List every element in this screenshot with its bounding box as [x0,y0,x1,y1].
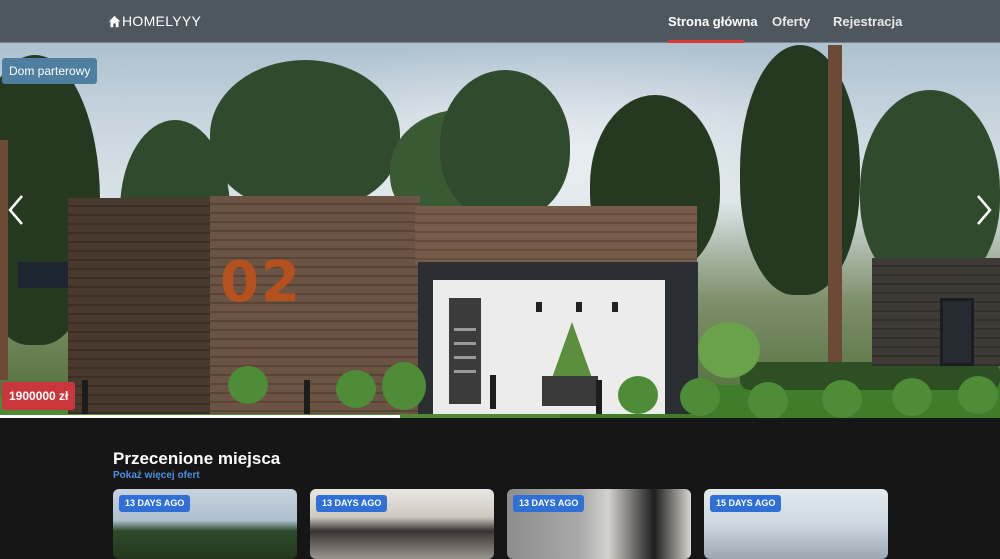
nav-link-offers[interactable]: Oferty [772,14,810,29]
tree [210,60,400,210]
cone-shrub [552,322,592,378]
shrub [228,366,268,404]
shrub [336,370,376,408]
slide-progress-fill [0,415,400,418]
tree-trunk [828,45,842,385]
wall-lamp [536,302,542,312]
shrub [822,380,862,418]
listing-date-badge: 13 DAYS AGO [316,495,388,512]
bollard-light [82,380,88,414]
listing-card[interactable]: 13 DAYS AGO [507,489,691,559]
neighbor-house [872,258,1000,366]
shrub [680,378,720,416]
bollard-light [490,375,496,409]
listing-date-badge: 15 DAYS AGO [710,495,782,512]
wood-facade [415,206,697,264]
shrub [748,382,788,418]
listing-card[interactable]: 13 DAYS AGO [310,489,494,559]
bollard-light [596,380,602,414]
section-title: Przecenione miejsca [113,449,281,468]
planter [542,376,598,406]
listing-date-badge: 13 DAYS AGO [119,495,191,512]
front-door [449,298,481,404]
house-number: 02 [220,250,302,315]
property-type-badge: Dom parterowy [2,58,98,84]
neighbor-door [940,298,974,366]
active-nav-indicator [668,40,744,43]
show-more-offers-link[interactable]: Pokaż więcej ofert [113,470,200,481]
tree [740,45,860,295]
navbar: HOMELYYY Strona główna Oferty Rejestracj… [0,0,1000,43]
shrub [382,362,426,410]
chevron-right-icon [977,195,992,225]
nav-link-register[interactable]: Rejestracja [833,14,902,29]
brand-name: HOMELYYY [122,13,202,29]
price-badge: 1900000 zł [2,382,76,410]
tree-trunk [0,140,8,380]
wall-lamp [576,302,582,312]
shrub [958,376,998,414]
shrub [698,322,760,378]
wood-facade [68,198,218,414]
listing-card[interactable]: 13 DAYS AGO [113,489,297,559]
wall-lamp [612,302,618,312]
bollard-light [304,380,310,414]
shrub [618,376,658,414]
home-icon [108,15,121,27]
tree [440,70,570,220]
hero-slider: 02 Dom parterowy 1900000 zł [0,0,1000,418]
carousel-prev-button[interactable] [3,193,29,227]
brand-logo[interactable]: HOMELYYY [108,13,201,29]
carousel-next-button[interactable] [971,193,997,227]
nav-link-home[interactable]: Strona główna [668,14,758,29]
slide-progress [0,415,1000,418]
listing-date-badge: 13 DAYS AGO [513,495,585,512]
shrub [892,378,932,416]
chevron-left-icon [8,195,23,225]
listing-card[interactable]: 15 DAYS AGO [704,489,888,559]
